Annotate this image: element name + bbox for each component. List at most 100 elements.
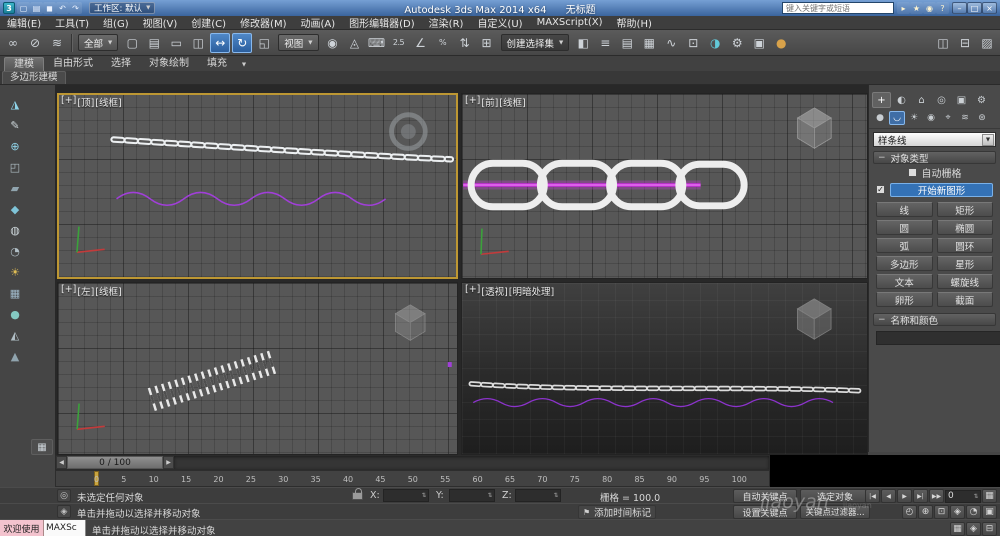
select-and-rotate-icon[interactable]: ↻: [232, 32, 253, 53]
menu-item[interactable]: 图形编辑器(D): [342, 15, 422, 30]
selection-lock-toggle-icon[interactable]: ◈: [57, 505, 71, 518]
communication-center-icon[interactable]: ◉: [923, 2, 936, 14]
viewport-menu-plus[interactable]: [+]: [465, 95, 480, 109]
maxscript-mini-listener[interactable]: MAXSc: [44, 520, 86, 536]
toolbar-extra-icon-3[interactable]: ▨: [977, 33, 997, 53]
menu-item[interactable]: 自定义(U): [470, 15, 529, 30]
rectangular-selection-region-icon[interactable]: ▭: [166, 33, 186, 53]
spline-object[interactable]: [116, 191, 387, 207]
graphite-ribbon-toggle-icon[interactable]: ▦: [639, 33, 659, 53]
menu-item[interactable]: 编辑(E): [0, 15, 48, 30]
spinner-icon[interactable]: ⇅: [486, 492, 494, 499]
selected-dropdown[interactable]: 选定对象: [800, 489, 870, 503]
time-slider-handle[interactable]: 0 / 100: [67, 456, 163, 469]
open-file-icon[interactable]: ▤: [30, 2, 43, 14]
keyboard-shortcut-override-icon[interactable]: ⌨: [367, 33, 387, 53]
select-by-name-icon[interactable]: ▤: [144, 33, 164, 53]
current-frame-input[interactable]: [946, 491, 972, 501]
render-production-icon[interactable]: ●: [771, 33, 791, 53]
render-setup-icon[interactable]: ⚙: [727, 33, 747, 53]
polygon-modeling-tab[interactable]: 多边形建模: [2, 71, 66, 84]
spline-object[interactable]: [447, 362, 452, 368]
hierarchy-tab-icon[interactable]: ⌂: [912, 92, 931, 108]
select-and-scale-icon[interactable]: ◱: [254, 33, 274, 53]
viewport-top[interactable]: [+] [顶] [线框]: [57, 93, 458, 279]
left-tool-icon-12[interactable]: ◭: [5, 326, 25, 344]
reference-coordinate-dropdown[interactable]: 视图 ▼: [278, 34, 319, 51]
spinner-icon[interactable]: ⇅: [552, 492, 560, 499]
y-coordinate-input[interactable]: [450, 490, 486, 501]
close-button[interactable]: ×: [982, 2, 997, 14]
infocenter-star-icon[interactable]: ★: [910, 2, 923, 14]
shape-type-button[interactable]: 截面: [936, 292, 993, 307]
menu-item[interactable]: 渲染(R): [422, 15, 471, 30]
space-warps-category-icon[interactable]: ≋: [957, 111, 973, 125]
shape-type-button[interactable]: 矩形: [936, 202, 993, 217]
go-to-end-icon[interactable]: ▶▶: [929, 489, 944, 503]
menu-item[interactable]: 组(G): [96, 15, 136, 30]
menu-item[interactable]: 帮助(H): [610, 15, 659, 30]
shape-type-dropdown[interactable]: 样条线 ▼: [873, 132, 996, 147]
shape-type-button[interactable]: 卵形: [876, 292, 933, 307]
x-coordinate-input[interactable]: [384, 490, 420, 501]
viewcube-icon[interactable]: [394, 304, 426, 341]
modify-tab-icon[interactable]: ◐: [892, 92, 911, 108]
shape-type-button[interactable]: 多边形: [876, 256, 933, 271]
geometry-category-icon[interactable]: ●: [872, 111, 888, 125]
edit-named-selection-sets-icon[interactable]: ⊞: [477, 33, 497, 53]
new-scene-icon[interactable]: ▢: [17, 2, 30, 14]
time-slider-next-icon[interactable]: ▶: [163, 456, 174, 469]
select-and-manipulate-icon[interactable]: ◬: [345, 33, 365, 53]
viewport-front[interactable]: [+] [前] [线框]: [461, 93, 868, 279]
viewport-menu-plus[interactable]: [+]: [61, 284, 76, 298]
select-and-link-icon[interactable]: ∞: [3, 33, 23, 53]
menu-item[interactable]: MAXScript(X): [530, 17, 610, 28]
mirror-icon[interactable]: ◧: [573, 33, 593, 53]
named-selection-sets-dropdown[interactable]: 创建选择集 ▼: [500, 34, 570, 51]
viewport-menu-view[interactable]: [左]: [77, 284, 94, 298]
viewport-menu-view[interactable]: [顶]: [77, 95, 94, 109]
angle-snap-icon[interactable]: ∠: [411, 33, 431, 53]
viewport-front-canvas[interactable]: [462, 94, 867, 278]
shape-type-button[interactable]: 星形: [936, 256, 993, 271]
grid-snap-status-icon[interactable]: ▦: [950, 522, 965, 536]
left-tool-icon-1[interactable]: ◮: [5, 95, 25, 113]
ribbon-more-icon[interactable]: ▼: [236, 58, 252, 71]
shape-type-button[interactable]: 螺旋线: [936, 274, 993, 289]
viewport-layout-tabs-icon[interactable]: ▦: [31, 439, 53, 455]
utilities-tab-icon[interactable]: ⚙: [972, 92, 991, 108]
viewport-menu-plus[interactable]: [+]: [465, 284, 480, 298]
auto-key-button[interactable]: 自动关键点: [733, 489, 797, 503]
left-tool-icon-7[interactable]: ◍: [5, 221, 25, 239]
menu-item[interactable]: 动画(A): [294, 15, 343, 30]
viewport-menu-shading[interactable]: [线框]: [499, 95, 525, 109]
menu-item[interactable]: 视图(V): [136, 15, 185, 30]
viewport-left-canvas[interactable]: [58, 283, 457, 454]
viewcube-icon[interactable]: [796, 107, 833, 149]
motion-tab-icon[interactable]: ◎: [932, 92, 951, 108]
ribbon-tab[interactable]: 填充: [198, 57, 236, 71]
viewport-menu-shading[interactable]: [线框]: [95, 284, 121, 298]
left-tool-icon-2[interactable]: ✎: [5, 116, 25, 134]
viewport-menu-view[interactable]: [透视]: [481, 284, 507, 298]
left-tool-icon-5[interactable]: ▰: [5, 179, 25, 197]
object-name-input[interactable]: [876, 331, 1000, 345]
key-filters-button[interactable]: 关键点过滤器...: [800, 505, 870, 519]
time-slider-track[interactable]: [174, 456, 769, 469]
left-tool-icon-8[interactable]: ◔: [5, 242, 25, 260]
minimize-button[interactable]: –: [952, 2, 967, 14]
start-new-shape-button[interactable]: 开始新图形: [890, 182, 993, 197]
left-tool-icon-6[interactable]: ◆: [5, 200, 25, 218]
spinner-icon[interactable]: ⇅: [972, 493, 980, 500]
track-bar[interactable]: 0 5 10 15 20 25 30 35 40 45 50 55 60 65 70 75 80 85 90 95 10…: [55, 470, 770, 487]
pan-view-icon[interactable]: ◈: [950, 505, 965, 519]
start-new-shape-checkbox[interactable]: ✓: [876, 185, 885, 194]
add-time-tag-button[interactable]: ⚑ 添加时间标记: [578, 505, 657, 519]
go-to-start-icon[interactable]: |◀: [865, 489, 880, 503]
select-and-move-icon[interactable]: ↔: [210, 32, 231, 53]
viewport-top-canvas[interactable]: [58, 94, 457, 278]
shape-type-button[interactable]: 圆: [876, 220, 933, 235]
cameras-category-icon[interactable]: ◉: [923, 111, 939, 125]
create-tab-icon[interactable]: +: [872, 92, 891, 108]
maximize-viewport-toggle-icon[interactable]: ▣: [982, 505, 997, 519]
